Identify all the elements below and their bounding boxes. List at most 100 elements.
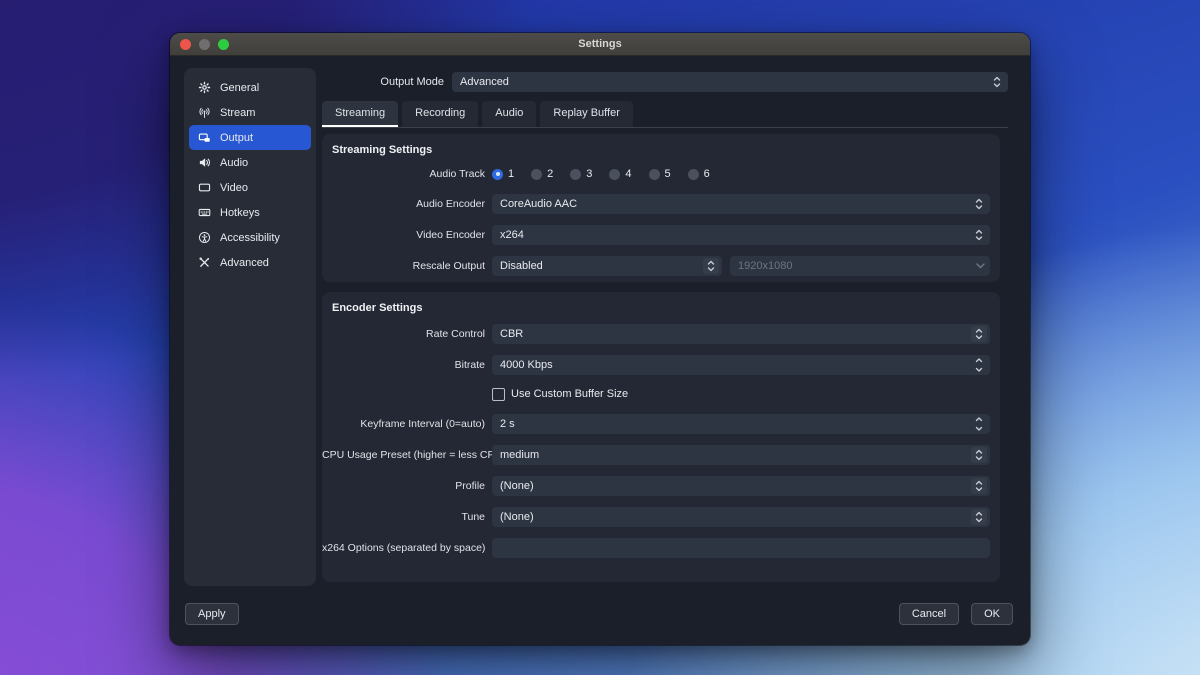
speaker-icon xyxy=(197,156,211,170)
streaming-settings-title: Streaming Settings xyxy=(322,142,1000,160)
sidebar-item-advanced[interactable]: Advanced xyxy=(189,250,311,275)
x264-options-label: x264 Options (separated by space) xyxy=(322,542,492,554)
audio-encoder-label: Audio Encoder xyxy=(322,198,492,210)
radio-icon[interactable] xyxy=(688,169,699,180)
cpu-usage-preset-label: CPU Usage Preset (higher = less CPU) xyxy=(322,449,492,461)
profile-row: Profile (None) xyxy=(322,470,1000,501)
chevron-updown-icon[interactable] xyxy=(989,74,1005,90)
rate-control-label: Rate Control xyxy=(322,328,492,340)
rescale-output-label: Rescale Output xyxy=(322,260,492,272)
zoom-icon[interactable] xyxy=(218,39,229,50)
sidebar-item-stream[interactable]: Stream xyxy=(189,100,311,125)
bitrate-label: Bitrate xyxy=(322,359,492,371)
sidebar-item-general[interactable]: General xyxy=(189,75,311,100)
monitor-icon xyxy=(197,181,211,195)
audio-track-option-6[interactable]: 6 xyxy=(688,168,710,180)
chevron-updown-icon[interactable] xyxy=(971,196,987,212)
audio-track-label: Audio Track xyxy=(322,168,492,180)
radio-icon[interactable] xyxy=(649,169,660,180)
ok-button[interactable]: OK xyxy=(971,603,1013,625)
video-encoder-row: Video Encoder x264 xyxy=(322,219,1000,250)
sidebar-item-audio[interactable]: Audio xyxy=(189,150,311,175)
audio-track-radio-group: 1 2 3 4 5 6 xyxy=(492,168,710,180)
profile-label: Profile xyxy=(322,480,492,492)
sidebar-item-output[interactable]: Output xyxy=(189,125,311,150)
cpu-usage-preset-select[interactable]: medium xyxy=(492,445,990,465)
audio-encoder-select[interactable]: CoreAudio AAC xyxy=(492,194,990,214)
audio-track-option-1[interactable]: 1 xyxy=(492,168,514,180)
radio-icon[interactable] xyxy=(570,169,581,180)
video-encoder-select[interactable]: x264 xyxy=(492,225,990,245)
streaming-settings-panel: Streaming Settings Audio Track 1 2 3 4 5… xyxy=(322,134,1000,282)
output-icon xyxy=(197,131,211,145)
sidebar-item-video[interactable]: Video xyxy=(189,175,311,200)
sidebar-item-label: Output xyxy=(220,132,253,144)
x264-options-input[interactable] xyxy=(492,538,990,558)
output-tabs: Streaming Recording Audio Replay Buffer xyxy=(322,101,1008,128)
audio-track-option-3[interactable]: 3 xyxy=(570,168,592,180)
chevron-updown-icon[interactable] xyxy=(971,478,987,494)
broadcast-icon xyxy=(197,106,211,120)
close-icon[interactable] xyxy=(180,39,191,50)
settings-sidebar: General Stream Output Audio xyxy=(184,68,316,586)
rescale-output-row: Rescale Output Disabled 1920x1080 xyxy=(322,250,1000,281)
encoder-settings-title: Encoder Settings xyxy=(322,300,1000,318)
chevron-updown-icon[interactable] xyxy=(971,326,987,342)
spinner-arrows-icon[interactable] xyxy=(971,416,987,432)
radio-icon[interactable] xyxy=(609,169,620,180)
sidebar-item-label: Hotkeys xyxy=(220,207,260,219)
audio-track-option-2[interactable]: 2 xyxy=(531,168,553,180)
chevron-updown-icon[interactable] xyxy=(971,509,987,525)
sidebar-item-label: Video xyxy=(220,182,248,194)
chevron-updown-icon[interactable] xyxy=(703,258,719,274)
keyframe-interval-spinner[interactable]: 2 s xyxy=(492,414,990,434)
minimize-icon xyxy=(199,39,210,50)
gear-icon xyxy=(197,81,211,95)
accessibility-icon xyxy=(197,231,211,245)
tune-label: Tune xyxy=(322,511,492,523)
sidebar-item-label: General xyxy=(220,82,259,94)
sidebar-item-label: Audio xyxy=(220,157,248,169)
cpu-usage-preset-row: CPU Usage Preset (higher = less CPU) med… xyxy=(322,439,1000,470)
footer-right-buttons: Cancel OK xyxy=(899,603,1013,625)
sidebar-item-hotkeys[interactable]: Hotkeys xyxy=(189,200,311,225)
rescale-output-select[interactable]: Disabled xyxy=(492,256,722,276)
sidebar-item-label: Advanced xyxy=(220,257,269,269)
spinner-arrows-icon[interactable] xyxy=(971,357,987,373)
audio-track-row: Audio Track 1 2 3 4 5 6 xyxy=(322,160,1000,188)
keyframe-interval-label: Keyframe Interval (0=auto) xyxy=(322,418,492,430)
settings-window: Settings General Stream Output xyxy=(170,33,1030,645)
window-body: General Stream Output Audio xyxy=(170,56,1030,645)
tab-audio[interactable]: Audio xyxy=(482,101,536,127)
radio-icon[interactable] xyxy=(492,169,503,180)
bitrate-spinner[interactable]: 4000 Kbps xyxy=(492,355,990,375)
rate-control-select[interactable]: CBR xyxy=(492,324,990,344)
tab-streaming[interactable]: Streaming xyxy=(322,101,398,127)
output-mode-select[interactable]: Advanced xyxy=(452,72,1008,92)
audio-track-option-5[interactable]: 5 xyxy=(649,168,671,180)
custom-buffer-row: Use Custom Buffer Size xyxy=(322,380,1000,408)
x264-options-row: x264 Options (separated by space) xyxy=(322,532,1000,563)
sidebar-item-label: Stream xyxy=(220,107,255,119)
traffic-lights xyxy=(180,33,229,55)
keyframe-interval-row: Keyframe Interval (0=auto) 2 s xyxy=(322,408,1000,439)
tab-replay-buffer[interactable]: Replay Buffer xyxy=(540,101,632,127)
profile-select[interactable]: (None) xyxy=(492,476,990,496)
bitrate-row: Bitrate 4000 Kbps xyxy=(322,349,1000,380)
chevron-updown-icon[interactable] xyxy=(971,447,987,463)
cancel-button[interactable]: Cancel xyxy=(899,603,959,625)
title-bar[interactable]: Settings xyxy=(170,33,1030,56)
tools-icon xyxy=(197,256,211,270)
audio-track-option-4[interactable]: 4 xyxy=(609,168,631,180)
radio-icon[interactable] xyxy=(531,169,542,180)
sidebar-item-label: Accessibility xyxy=(220,232,280,244)
tune-select[interactable]: (None) xyxy=(492,507,990,527)
rate-control-row: Rate Control CBR xyxy=(322,318,1000,349)
chevron-updown-icon[interactable] xyxy=(971,227,987,243)
sidebar-item-accessibility[interactable]: Accessibility xyxy=(189,225,311,250)
checkbox-icon[interactable] xyxy=(492,388,505,401)
apply-button[interactable]: Apply xyxy=(185,603,239,625)
tab-recording[interactable]: Recording xyxy=(402,101,478,127)
use-custom-buffer-checkbox[interactable]: Use Custom Buffer Size xyxy=(492,388,628,401)
output-mode-row: Output Mode Advanced xyxy=(322,72,1008,92)
